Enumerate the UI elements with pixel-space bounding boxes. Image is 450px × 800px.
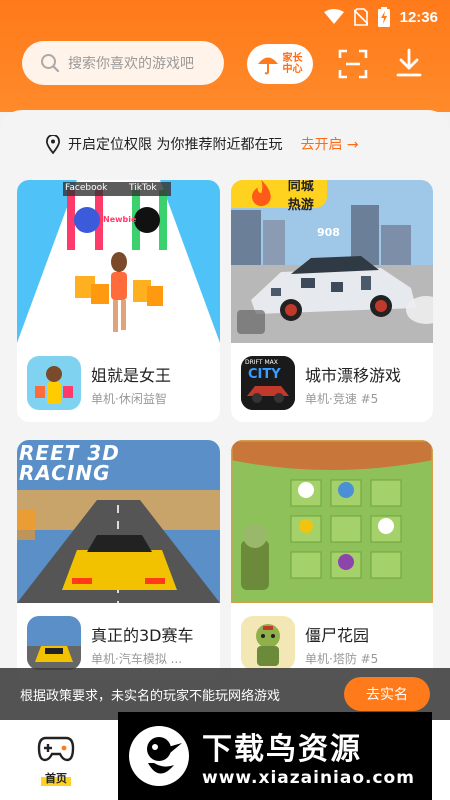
watermark-overlay: 下载鸟资源 www.xiazainiao.com (118, 712, 432, 800)
game-title: 真正的3D赛车 (91, 626, 194, 645)
game-title: 僵尸花园 (305, 626, 370, 645)
game-card[interactable]: Facebook TikTok Newbie 姐就是女王 单机·休闲益智 (17, 180, 220, 422)
watermark-url: www.xiazainiao.com (202, 768, 415, 788)
game-thumbnail (231, 440, 433, 603)
location-banner-text: 开启定位权限 为你推荐附近都在玩 (68, 137, 283, 153)
game-title: 姐就是女王 (91, 366, 172, 385)
game-icon (241, 616, 295, 670)
no-sim-icon (353, 8, 368, 26)
search-placeholder: 搜索你喜欢的游戏吧 (68, 56, 194, 72)
enable-location-link[interactable]: 去开启 → (300, 134, 358, 154)
search-icon (41, 54, 60, 73)
location-permission-banner[interactable]: 开启定位权限 为你推荐附近都在玩 去开启 → (0, 118, 450, 170)
game-icon (27, 356, 81, 410)
game-thumbnail: REET 3D RACING (17, 440, 220, 603)
enable-location-label: 去开启 (300, 137, 343, 153)
game-meta: 单机·塔防 #5 (305, 652, 379, 666)
bird-logo-icon (129, 726, 189, 786)
status-time: 12:36 (399, 8, 438, 26)
gamepad-icon (37, 736, 75, 762)
game-title: 城市漂移游戏 (305, 366, 402, 385)
game-card[interactable]: REET 3D RACING 真正的3D赛车 单机·汽车模拟 ... (17, 440, 220, 680)
icon-text-driftmax: DRIFT MAX (245, 359, 278, 366)
nav-home-label: 首页 (41, 770, 71, 786)
fire-icon (252, 180, 271, 207)
wifi-icon (323, 9, 344, 24)
battery-charging-icon (377, 7, 390, 27)
watermark-title: 下载鸟资源 (202, 732, 362, 767)
download-button[interactable] (395, 48, 423, 78)
scan-icon (338, 49, 368, 79)
game-card[interactable]: 僵尸花园 单机·塔防 #5 (231, 440, 433, 680)
hot-badge-label: 同城热游 (287, 180, 314, 213)
game-meta: 单机·休闲益智 (91, 392, 167, 406)
scan-button[interactable] (338, 49, 368, 79)
thumb-label-newbie: Newbie (103, 215, 137, 224)
parent-center-button[interactable]: 家长中心 (247, 44, 313, 84)
status-bar: 12:36 (0, 0, 450, 34)
game-thumbnail: 908 同城热游 (231, 180, 433, 343)
thumb-label-racing: REET 3D RACING (19, 441, 120, 485)
game-card[interactable]: 908 同城热游 DRIFT MAX CITY 城市漂移游戏 单机·竞速 #5 (231, 180, 433, 422)
download-icon (396, 48, 422, 77)
location-pin-icon (46, 134, 60, 154)
parent-center-label: 家长中心 (282, 53, 303, 75)
thumb-label-tiktok: TikTok (129, 183, 157, 193)
nav-tab-home[interactable]: 首页 (34, 734, 78, 786)
search-bar[interactable]: 搜索你喜欢的游戏吧 (22, 41, 224, 85)
icon-text-city: CITY (248, 367, 281, 382)
verify-real-name-button[interactable]: 去实名 (344, 677, 430, 711)
game-icon (27, 616, 81, 670)
thumb-label-facebook: Facebook (65, 183, 108, 193)
game-icon: DRIFT MAX CITY (241, 356, 295, 410)
app-header: 12:36 搜索你喜欢的游戏吧 家长中心 (0, 0, 450, 112)
thumb-label-score: 908 (317, 226, 340, 239)
umbrella-icon (257, 57, 278, 75)
game-thumbnail: Facebook TikTok Newbie (17, 180, 220, 343)
hot-badge: 同城热游 (231, 180, 328, 213)
game-meta: 单机·竞速 #5 (305, 392, 379, 406)
game-meta: 单机·汽车模拟 ... (91, 652, 183, 666)
notice-text: 根据政策要求，未实名的玩家不能玩网络游戏 (20, 688, 281, 704)
